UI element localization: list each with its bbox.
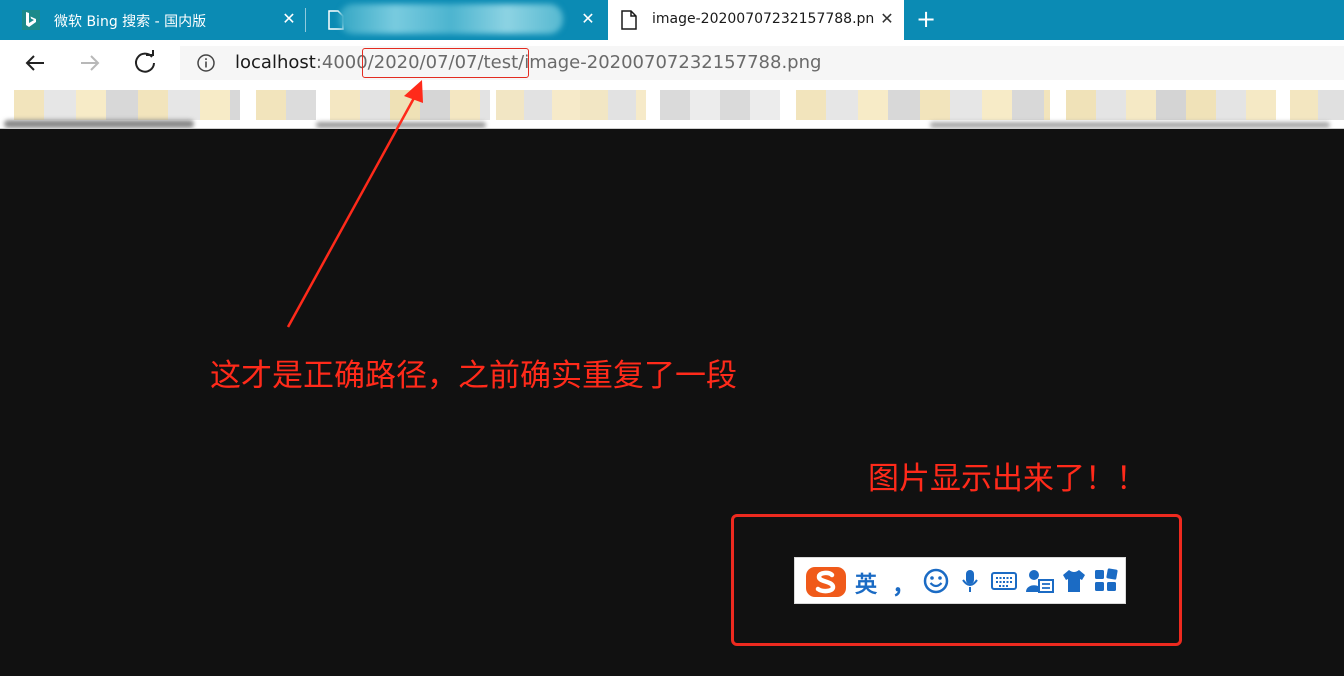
refresh-button[interactable] xyxy=(130,48,160,78)
page-icon xyxy=(620,10,638,30)
favorites-blur xyxy=(14,90,240,120)
bing-icon xyxy=(22,10,40,30)
refresh-icon xyxy=(135,50,155,73)
smiley-icon xyxy=(923,568,949,594)
tab-bing[interactable]: 微软 Bing 搜索 - 国内版 ✕ xyxy=(0,0,304,40)
ime-toolbar-image: 英 ， xyxy=(794,557,1126,604)
navigation-bar: localhost:4000/2020/07/07/test/image-202… xyxy=(0,40,1344,86)
ime-mode-label: 英 xyxy=(855,573,878,598)
result-annotation-text: 图片显示出来了！！ xyxy=(868,461,1147,497)
info-icon[interactable] xyxy=(196,53,216,73)
tab-image[interactable]: image-20200707232157788.png ✕ xyxy=(608,0,904,40)
tab-blurred[interactable]: ✕ xyxy=(305,0,607,40)
favorites-blur xyxy=(660,90,780,120)
favorites-shadow xyxy=(4,120,194,128)
tab-close-button[interactable]: ✕ xyxy=(577,8,599,30)
favorites-blur xyxy=(796,90,1050,120)
tab-title: image-20200707232157788.png xyxy=(652,11,874,27)
url-path-highlight xyxy=(362,48,529,78)
keyboard-icon xyxy=(991,568,1017,594)
tab-title-blurred xyxy=(339,4,563,34)
shirt-icon xyxy=(1061,568,1087,594)
grid-icon xyxy=(1093,568,1119,594)
tab-close-button[interactable]: ✕ xyxy=(278,8,300,30)
favorites-shadow xyxy=(930,122,1330,128)
favorites-blur xyxy=(330,90,490,120)
microphone-icon xyxy=(957,568,983,594)
ime-punct-label: ， xyxy=(892,571,916,599)
favorites-blur xyxy=(256,90,316,120)
user-card-icon xyxy=(1025,568,1054,594)
tab-title: 微软 Bing 搜索 - 国内版 xyxy=(54,14,207,30)
favorites-blur xyxy=(1066,90,1276,120)
favorites-blur xyxy=(1290,90,1344,120)
address-bar[interactable]: localhost:4000/2020/07/07/test/image-202… xyxy=(180,46,1344,80)
arrow-right-icon xyxy=(81,55,100,71)
path-annotation-text: 这才是正确路径，之前确实重复了一段 xyxy=(210,358,737,394)
favorites-shadow xyxy=(316,122,486,128)
tab-close-button[interactable]: ✕ xyxy=(876,8,898,30)
new-tab-button[interactable]: + xyxy=(914,7,938,31)
forward-button[interactable] xyxy=(75,48,105,78)
arrow-left-icon xyxy=(25,55,44,71)
back-button[interactable] xyxy=(20,48,50,78)
tab-bar: 微软 Bing 搜索 - 国内版 ✕ ✕ image-2020070723215… xyxy=(0,0,1344,40)
sogou-logo-icon xyxy=(805,566,847,598)
url-host: localhost xyxy=(235,52,316,73)
favorites-blur xyxy=(496,90,646,120)
favorites-bar xyxy=(0,86,1344,129)
